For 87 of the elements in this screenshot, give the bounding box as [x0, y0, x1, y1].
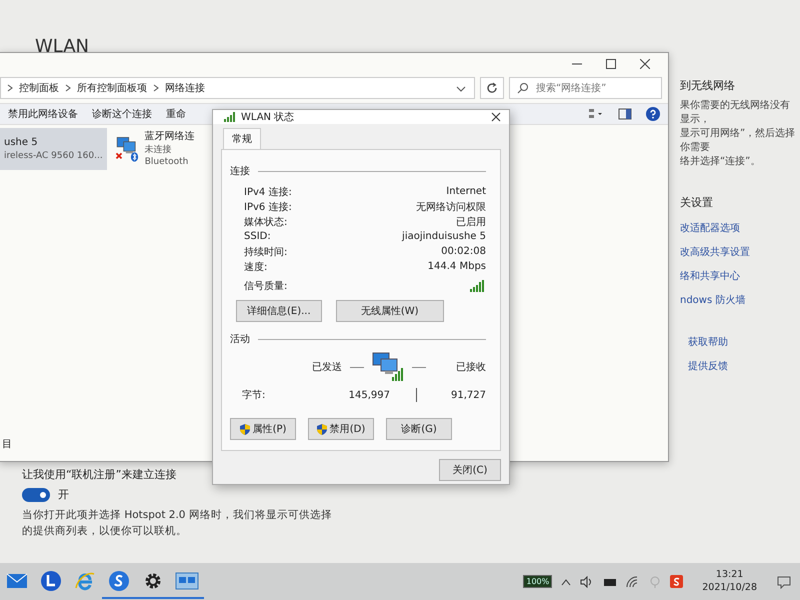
field-label: 信号质量: [244, 280, 288, 293]
field-label: IPv6 连接: [244, 200, 292, 214]
view-options-icon[interactable] [588, 108, 604, 120]
gear-icon [143, 570, 163, 590]
setting-description: 当你打开此项并选择 Hotspot 2.0 网络时，我们将显示可供选择的提供商列表，以便你可以联机。 [22, 508, 333, 539]
close-icon[interactable] [640, 59, 650, 69]
connection-detail: Bluetooth [144, 156, 190, 168]
signal-icon [223, 112, 237, 122]
letter-l-icon [40, 570, 62, 592]
refresh-icon [486, 82, 498, 94]
close-button[interactable]: 关闭(C) [439, 459, 501, 481]
address-bar[interactable]: 控制面板 所有控制面板项 网络连接 [0, 77, 475, 99]
toolbar-command[interactable]: 禁用此网络设备 [8, 107, 78, 121]
dialog-button[interactable]: 无线属性(W) [336, 300, 444, 322]
tab[interactable]: 常规 [223, 128, 261, 149]
connection-detail: 未连接 [144, 144, 173, 156]
breadcrumb-item[interactable]: 控制面板 [19, 81, 59, 95]
dialog-button[interactable]: 诊断(G) [386, 418, 452, 440]
signal-strength-icon [470, 280, 486, 292]
section-heading: 到无线网络 [680, 78, 735, 93]
toolbar-command[interactable]: 重命 [166, 107, 186, 121]
toolbar-command[interactable]: 诊断这个连接 [92, 107, 152, 121]
close-icon[interactable] [491, 112, 501, 122]
field-value: 144.4 Mbps [428, 261, 486, 272]
chevron-icon [65, 84, 71, 92]
letter-s-icon[interactable] [670, 575, 684, 588]
clock-date[interactable]: 2021/10/28 [702, 582, 757, 594]
field-value: 已启用 [456, 216, 486, 228]
network-adapter-icon [114, 136, 141, 162]
dropdown-icon[interactable] [456, 86, 466, 92]
settings-link[interactable]: 改适配器选项 [680, 221, 740, 235]
section-heading: 关设置 [680, 195, 713, 210]
search-icon [517, 82, 529, 94]
field-value: 00:02:08 [441, 246, 486, 257]
field-value: jiaojinduisushe 5 [402, 231, 486, 242]
field-label: IPv4 连接: [244, 186, 292, 198]
help-text: 果你需要的无线网络没有显示， 显示可用网络”，然后选择你需要 络并选择“连接”。 [680, 99, 796, 169]
maximize-icon[interactable] [606, 59, 616, 69]
connection-name: 蓝牙网络连 [144, 130, 195, 144]
setting-label: 让我使用“联机注册”来建立连接 [22, 467, 178, 482]
shield-icon [240, 424, 250, 434]
help-icon[interactable] [646, 107, 660, 121]
sent-label: 已发送 [312, 361, 342, 374]
network-computers-icon [372, 352, 404, 382]
field-label: 持续时间: [244, 246, 288, 258]
preview-pane-icon[interactable] [618, 108, 632, 120]
bytes-sent: 145,997 [348, 390, 390, 400]
chevron-icon [153, 84, 159, 92]
chevron-icon [7, 84, 13, 92]
field-label: SSID: [244, 231, 271, 242]
settings-link[interactable]: ndows 防火墙 [680, 293, 746, 307]
breadcrumb-item[interactable]: 所有控制面板项 [77, 81, 147, 95]
battery-indicator[interactable]: 100% [523, 575, 552, 588]
mail-icon [6, 572, 28, 590]
dialog-title: WLAN 状态 [241, 110, 294, 124]
letter-s-icon [108, 570, 130, 592]
connection-detail: ireless-AC 9560 160... [4, 150, 103, 162]
network-connection-item[interactable]: ushe 5 ireless-AC 9560 160... [0, 128, 107, 170]
received-label: 已接收 [456, 360, 486, 374]
refresh-button[interactable] [480, 77, 504, 99]
connection-name: ushe 5 [4, 136, 39, 150]
field-value: Internet [446, 186, 486, 197]
settings-link[interactable]: 改高级共享设置 [680, 245, 750, 259]
group-heading: 活动 [230, 333, 250, 346]
status-bar-text: 目 [2, 438, 12, 451]
help-link[interactable]: 获取帮助 [688, 335, 728, 349]
search-field[interactable]: 搜索“网络连接” [509, 77, 662, 99]
field-label: 媒体状态: [244, 216, 288, 228]
bytes-received: 91,727 [450, 390, 486, 400]
dialog-button[interactable]: 属性(P) [230, 418, 296, 440]
page-title: WLAN [35, 36, 90, 57]
toggle-label: 开 [58, 487, 69, 502]
group-heading: 连接 [230, 164, 250, 178]
clock-time[interactable]: 13:21 [716, 569, 744, 582]
dialog-button[interactable]: 禁用(D) [308, 418, 374, 440]
settings-link[interactable]: 络和共享中心 [680, 269, 740, 283]
chevron-up-icon[interactable] [561, 578, 572, 586]
field-label: 速度: [244, 260, 268, 274]
shield-icon [316, 424, 327, 434]
dialog-button[interactable]: 详细信息(E)... [236, 300, 322, 322]
field-value: 无网络访问权限 [416, 200, 486, 214]
breadcrumb-item[interactable]: 网络连接 [165, 81, 205, 95]
notification-icon[interactable] [776, 574, 792, 588]
network-window-icon [175, 572, 199, 590]
help-link[interactable]: 提供反馈 [688, 359, 728, 373]
bytes-label: 字节: [241, 388, 266, 402]
network-connection-item[interactable]: 蓝牙网络连 未连接 Bluetooth [110, 128, 199, 170]
